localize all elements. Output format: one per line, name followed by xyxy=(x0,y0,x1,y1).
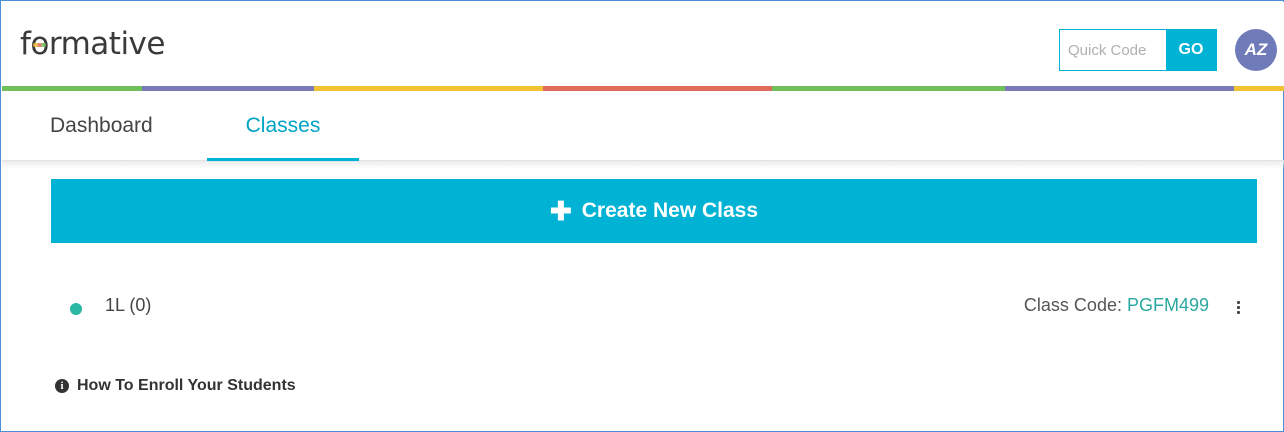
class-list-item: 1L (0) Class Code: PGFM499 xyxy=(51,283,1257,331)
info-icon: i xyxy=(55,379,69,393)
class-options-kebab-icon[interactable] xyxy=(1233,297,1243,317)
go-button[interactable]: GO xyxy=(1166,30,1216,70)
class-code-value: PGFM499 xyxy=(1126,295,1209,315)
class-name-link[interactable]: 1L (0) xyxy=(105,295,151,316)
plus-icon: ✚ xyxy=(549,196,572,226)
how-to-enroll-link[interactable]: i How To Enroll Your Students xyxy=(55,375,296,397)
tab-classes-label: Classes xyxy=(245,114,321,137)
quick-code-input[interactable] xyxy=(1060,30,1166,70)
create-new-class-button[interactable]: ✚ Create New Class xyxy=(51,179,1257,243)
app-window: formative GO AZ Dashboard Classes ✚ Crea… xyxy=(0,0,1284,432)
create-new-class-label: Create New Class xyxy=(581,199,759,222)
tab-dashboard[interactable]: Dashboard xyxy=(50,91,153,161)
user-avatar[interactable]: AZ xyxy=(1235,29,1277,71)
formative-logo[interactable]: formative xyxy=(20,24,165,64)
top-bar: formative GO AZ xyxy=(2,2,1284,86)
tab-classes[interactable]: Classes xyxy=(207,91,359,162)
how-to-enroll-label: How To Enroll Your Students xyxy=(77,377,296,394)
tabs-shadow xyxy=(2,161,1284,169)
class-status-dot xyxy=(70,303,82,315)
quick-code-box: GO xyxy=(1059,29,1217,71)
class-code-label: Class Code: xyxy=(1023,295,1127,315)
class-code: Class Code: PGFM499 xyxy=(1024,295,1209,316)
logo-text-part: f xyxy=(20,26,31,62)
logo-text-part: rmative xyxy=(48,26,166,62)
logo-o-mark: o xyxy=(30,26,49,62)
nav-tabs: Dashboard Classes xyxy=(2,91,1284,162)
